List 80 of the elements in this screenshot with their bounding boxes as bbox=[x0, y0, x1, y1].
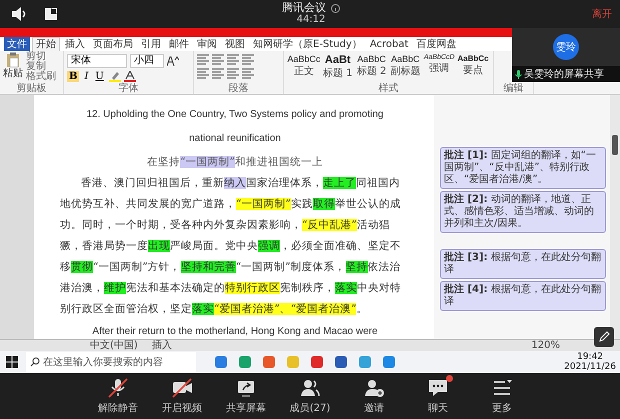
ribbon-tab[interactable]: 开始 bbox=[32, 37, 60, 51]
app-icon[interactable] bbox=[358, 355, 372, 369]
ribbon-tab[interactable]: Acrobat bbox=[366, 37, 412, 51]
ribbon-tab[interactable]: 邮件 bbox=[166, 37, 192, 51]
style-gallery-item[interactable]: AaBt 标题 1 bbox=[320, 52, 355, 82]
video-tile[interactable]: 雯玲 吴雯玲的屏幕共享 bbox=[512, 28, 620, 82]
pen-icon bbox=[598, 331, 610, 343]
info-icon[interactable] bbox=[331, 4, 340, 12]
layout-icon[interactable] bbox=[44, 7, 58, 21]
group-label: 编辑 bbox=[502, 83, 524, 94]
comment-text: 批注 [3]: 根据句意，在此处分句翻译 bbox=[444, 252, 602, 276]
ribbon-tab[interactable]: 百度网盘 bbox=[413, 37, 460, 51]
scrollbar-thumb[interactable] bbox=[612, 135, 618, 155]
microphone-icon bbox=[515, 70, 522, 78]
format-button[interactable]: U bbox=[93, 71, 106, 82]
ribbon-tab[interactable]: 页面布局 bbox=[90, 37, 136, 51]
app-icon[interactable] bbox=[382, 355, 396, 369]
comment-text: 批注 [1]: 固定词组的翻译，如“一国两制”、“反中乱港”、特别行政区、“爱国者治港/澳”。 bbox=[444, 150, 597, 186]
list-icon[interactable] bbox=[227, 54, 239, 65]
speaker-icon[interactable] bbox=[10, 6, 28, 22]
insert-mode-status[interactable]: 插入 bbox=[152, 340, 172, 351]
ribbon-tab[interactable]: 视图 bbox=[222, 37, 248, 51]
group-label: 样式 bbox=[378, 83, 400, 94]
search-icon bbox=[30, 357, 40, 367]
align-icon[interactable] bbox=[227, 68, 239, 79]
comment-text: 批注 [4]: 根据句意，在此处分句翻译 bbox=[444, 284, 602, 308]
app-icon[interactable] bbox=[334, 355, 348, 369]
style-gallery-item[interactable]: AaBbC 标题 2 bbox=[354, 52, 388, 80]
avatar-circle: 雯玲 bbox=[553, 34, 579, 60]
document-heading: 12. Upholding the One Country, Two Systems policy and promoting national reunification bbox=[85, 108, 384, 146]
zoom-level[interactable]: 120% bbox=[531, 340, 560, 351]
scrollbar[interactable] bbox=[610, 95, 620, 339]
meeting-timer: 44:12 bbox=[296, 14, 326, 26]
style-gallery-item[interactable]: AaBbC 副标题 bbox=[388, 52, 422, 80]
font-size-dropdown[interactable]: 小四 bbox=[130, 54, 164, 68]
grow-font-icon[interactable] bbox=[167, 56, 179, 66]
app-icon[interactable] bbox=[310, 355, 324, 369]
meeting-title: 腾讯会议 bbox=[282, 2, 326, 14]
toolbar-button[interactable]: 共享屏幕 bbox=[222, 377, 270, 415]
file-tab[interactable]: 文件 bbox=[4, 37, 30, 51]
toolbar-button[interactable]: 成员(27) bbox=[286, 377, 334, 415]
english-translation: After their return to the motherland, Hong Kong and Macao were bbox=[91, 325, 379, 339]
list-icon[interactable] bbox=[242, 54, 254, 65]
font-name-dropdown[interactable]: 宋体 bbox=[67, 54, 127, 68]
align-icon[interactable] bbox=[212, 68, 224, 79]
app-icon[interactable] bbox=[262, 355, 276, 369]
toolbar-button[interactable]: 解除静音 bbox=[94, 377, 142, 415]
ribbon-tab[interactable]: 引用 bbox=[138, 37, 164, 51]
group-label: 字体 bbox=[118, 83, 140, 94]
clipboard-button[interactable]: 格式刷 bbox=[26, 72, 56, 82]
ribbon-tab[interactable]: 知网研学（原E-Study） bbox=[250, 37, 365, 51]
list-icon[interactable] bbox=[212, 54, 224, 65]
taskbar-clock[interactable]: 19:42 2021/11/26 bbox=[564, 352, 616, 372]
toolbar-button[interactable]: 邀请 bbox=[350, 377, 398, 415]
ribbon-tab[interactable]: 插入 bbox=[62, 37, 88, 51]
toolbar-button[interactable]: 更多 bbox=[478, 377, 526, 415]
style-gallery-item[interactable]: AaBbCc 要点 bbox=[456, 52, 490, 79]
format-button[interactable]: B bbox=[67, 71, 80, 82]
clipboard-button[interactable]: 复制 bbox=[26, 62, 56, 72]
leave-button[interactable]: 离开 bbox=[502, 7, 612, 21]
app-icon[interactable] bbox=[238, 355, 252, 369]
document-subheading: 在坚持“一国两制”和推进祖国统一上 bbox=[146, 155, 324, 170]
language-status: 中文(中国) bbox=[90, 340, 138, 351]
annotate-button[interactable] bbox=[594, 327, 614, 347]
style-gallery-item[interactable]: AaBbCc 正文 bbox=[287, 52, 321, 80]
windows-start-icon[interactable] bbox=[6, 356, 18, 368]
comment-text: 批注 [2]: 动词的翻译，地道、正式、感情色彩、适当增减、动词的并列和主次/因果。 bbox=[444, 194, 595, 230]
group-label: 段落 bbox=[228, 83, 250, 94]
app-icon[interactable] bbox=[214, 355, 228, 369]
format-button[interactable]: I bbox=[82, 71, 90, 82]
paste-button[interactable]: 粘贴 bbox=[3, 52, 23, 79]
align-icon[interactable] bbox=[197, 68, 209, 79]
video-caption: 吴雯玲的屏幕共享 bbox=[524, 68, 604, 81]
font-color-icon[interactable] bbox=[124, 71, 136, 82]
toolbar-button[interactable]: 聊天 bbox=[414, 377, 462, 415]
list-icon[interactable] bbox=[197, 54, 209, 65]
toolbar-button[interactable]: 开启视频 bbox=[158, 377, 206, 415]
group-label: 剪贴板 bbox=[16, 83, 48, 94]
ribbon-tab[interactable]: 审阅 bbox=[194, 37, 220, 51]
align-icon[interactable] bbox=[242, 68, 254, 79]
